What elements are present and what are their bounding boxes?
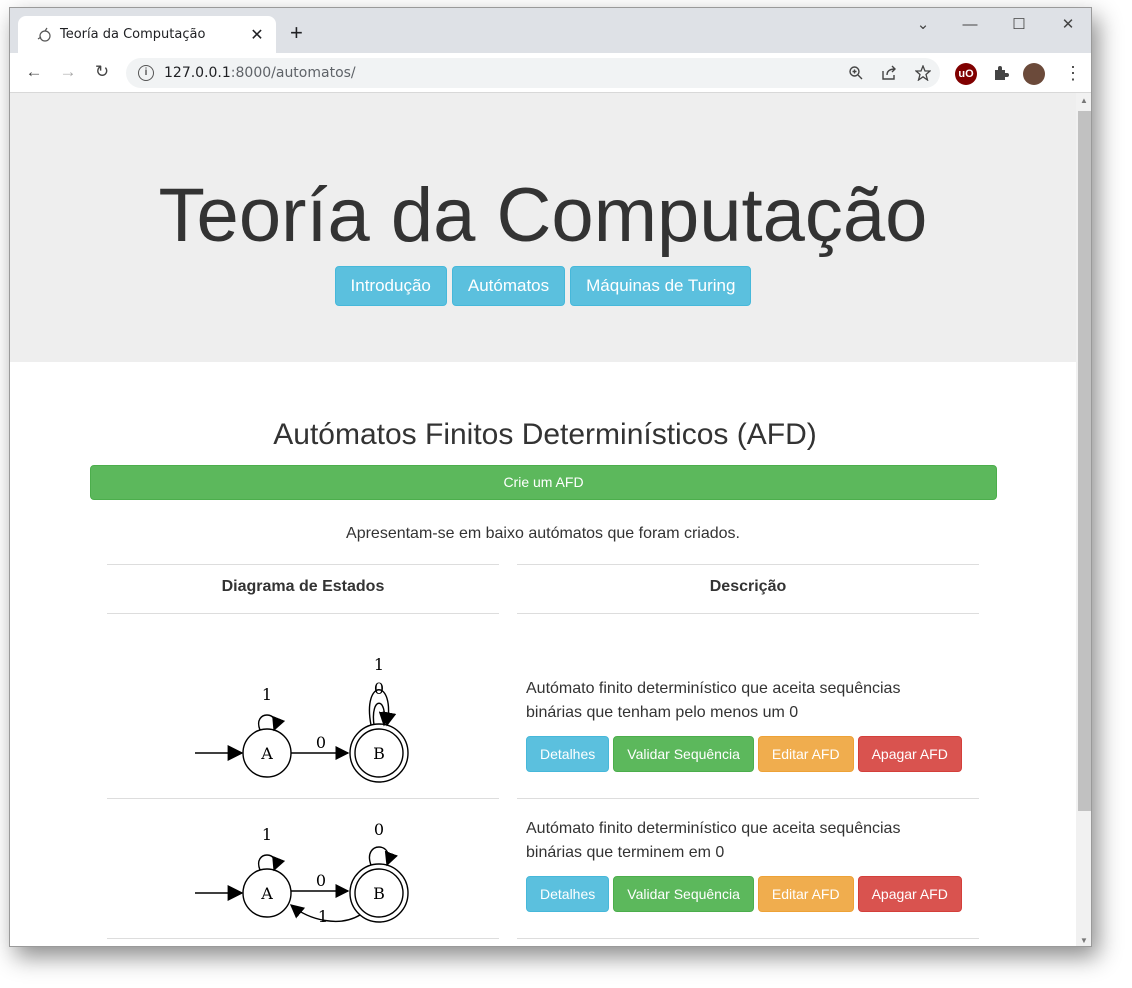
table-top-border-left — [107, 564, 499, 565]
row-1-edit-button[interactable]: Editar AFD — [757, 736, 854, 772]
browser-tab[interactable]: Teoría da Computação ✕ — [18, 16, 276, 53]
row-1-border-right — [517, 798, 979, 799]
nav-maquinas-turing-button[interactable]: Máquinas de Turing — [570, 266, 752, 306]
address-bar[interactable]: i 127.0.0.1:8000/automatos/ — [126, 58, 940, 88]
page-title: Teoría da Computação — [158, 173, 928, 258]
state-b-label: B — [373, 744, 385, 763]
state-diagram-1: A 1 0 B 1 0 — [190, 648, 420, 788]
nav-automatos-button[interactable]: Autómatos — [451, 266, 566, 306]
extensions-puzzle-icon[interactable] — [993, 65, 1009, 85]
row-2-validate-button[interactable]: Validar Sequência — [613, 876, 754, 912]
row-2-border-right — [517, 938, 979, 939]
favicon-icon — [36, 27, 52, 43]
state-a-label: A — [260, 884, 273, 903]
url-host: 127.0.0.1 — [164, 65, 231, 81]
loop-a-label: 1 — [262, 685, 272, 704]
back-arrow-icon[interactable]: ← — [22, 61, 46, 83]
edge-a-b-label: 0 — [316, 871, 326, 890]
new-tab-button[interactable]: + — [290, 22, 303, 44]
column-header-diagram: Diagrama de Estados — [221, 578, 385, 595]
table-header-border-right — [517, 613, 979, 614]
tab-close-icon[interactable]: ✕ — [248, 25, 266, 45]
table-top-border-right — [517, 564, 979, 565]
scroll-up-icon[interactable]: ▲ — [1080, 96, 1088, 105]
jumbotron: Teoría da Computação Introdução Autómato… — [10, 93, 1076, 362]
forward-arrow-icon[interactable]: → — [56, 61, 80, 83]
column-header-description: Descrição — [709, 578, 787, 595]
row-2-details-button[interactable]: Detalhes — [526, 876, 610, 912]
row-1-delete-button[interactable]: Apagar AFD — [857, 736, 962, 772]
row-1-actions: Detalhes Validar Sequência Editar AFD Ap… — [526, 736, 962, 772]
url-text: 127.0.0.1:8000/automatos/ — [164, 65, 356, 81]
row-2-description: Autómato finito determinístico que aceit… — [526, 820, 901, 861]
vertical-scrollbar[interactable]: ▲ ▼ — [1076, 93, 1091, 946]
loop-b — [368, 846, 398, 867]
section-title: Autómatos Finitos Determinísticos (AFD) — [273, 418, 817, 451]
lead-text: Apresentam-se em baixo autómatos que for… — [346, 525, 740, 542]
tab-search-chevron-icon[interactable]: ⌄ — [900, 14, 946, 36]
loop-a-label: 1 — [262, 825, 272, 844]
tab-title: Teoría da Computação — [60, 27, 206, 42]
nav-introducao-button[interactable]: Introdução — [334, 266, 447, 306]
row-2-actions: Detalhes Validar Sequência Editar AFD Ap… — [526, 876, 962, 912]
page-content: Teoría da Computação Introdução Autómato… — [10, 93, 1076, 946]
minimize-button[interactable]: — — [947, 14, 993, 36]
loop-b-outer-label: 1 — [374, 655, 384, 674]
row-1-validate-button[interactable]: Validar Sequência — [613, 736, 754, 772]
loop-a — [257, 854, 286, 872]
row-2-border-left — [107, 938, 499, 939]
table-header-border-left — [107, 613, 499, 614]
browser-toolbar: ← → ↻ i 127.0.0.1:8000/automatos/ uO ⋮ — [10, 53, 1091, 93]
reload-icon[interactable]: ↻ — [90, 61, 114, 83]
maximize-button[interactable]: ☐ — [996, 14, 1042, 36]
site-info-icon[interactable]: i — [138, 65, 154, 81]
share-icon[interactable] — [881, 65, 897, 85]
bookmark-star-icon[interactable] — [914, 64, 932, 85]
loop-a — [257, 714, 286, 732]
loop-b-inner-label: 0 — [374, 679, 384, 698]
loop-b-label: 0 — [374, 820, 384, 839]
state-b-label: B — [373, 884, 385, 903]
row-1-details-button[interactable]: Detalhes — [526, 736, 610, 772]
scrollbar-thumb[interactable] — [1078, 111, 1091, 811]
zoom-icon[interactable] — [848, 65, 864, 85]
tab-strip: Teoría da Computação ✕ + ⌄ — ☐ ✕ — [10, 8, 1091, 53]
ublock-extension-icon[interactable]: uO — [955, 63, 977, 85]
menu-kebab-icon[interactable]: ⋮ — [1064, 64, 1082, 82]
row-1-description: Autómato finito determinístico que aceit… — [526, 680, 901, 721]
close-window-button[interactable]: ✕ — [1045, 14, 1091, 36]
row-2-edit-button[interactable]: Editar AFD — [757, 876, 854, 912]
profile-avatar[interactable] — [1023, 63, 1045, 85]
edge-b-a-label: 1 — [318, 907, 328, 926]
loop-b-inner — [372, 702, 393, 727]
scroll-down-icon[interactable]: ▼ — [1080, 936, 1088, 945]
state-a-label: A — [260, 744, 273, 763]
create-afd-button[interactable]: Crie um AFD — [90, 465, 997, 500]
edge-a-b-label: 0 — [316, 733, 326, 752]
state-diagram-2: A 1 0 B 0 1 — [190, 811, 420, 931]
url-path: :8000/automatos/ — [230, 65, 356, 81]
row-1-border-left — [107, 798, 499, 799]
row-2-delete-button[interactable]: Apagar AFD — [857, 876, 962, 912]
main-nav: Introdução Autómatos Máquinas de Turing — [10, 266, 1076, 306]
browser-window: Teoría da Computação ✕ + ⌄ — ☐ ✕ ← → ↻ i… — [9, 7, 1092, 947]
